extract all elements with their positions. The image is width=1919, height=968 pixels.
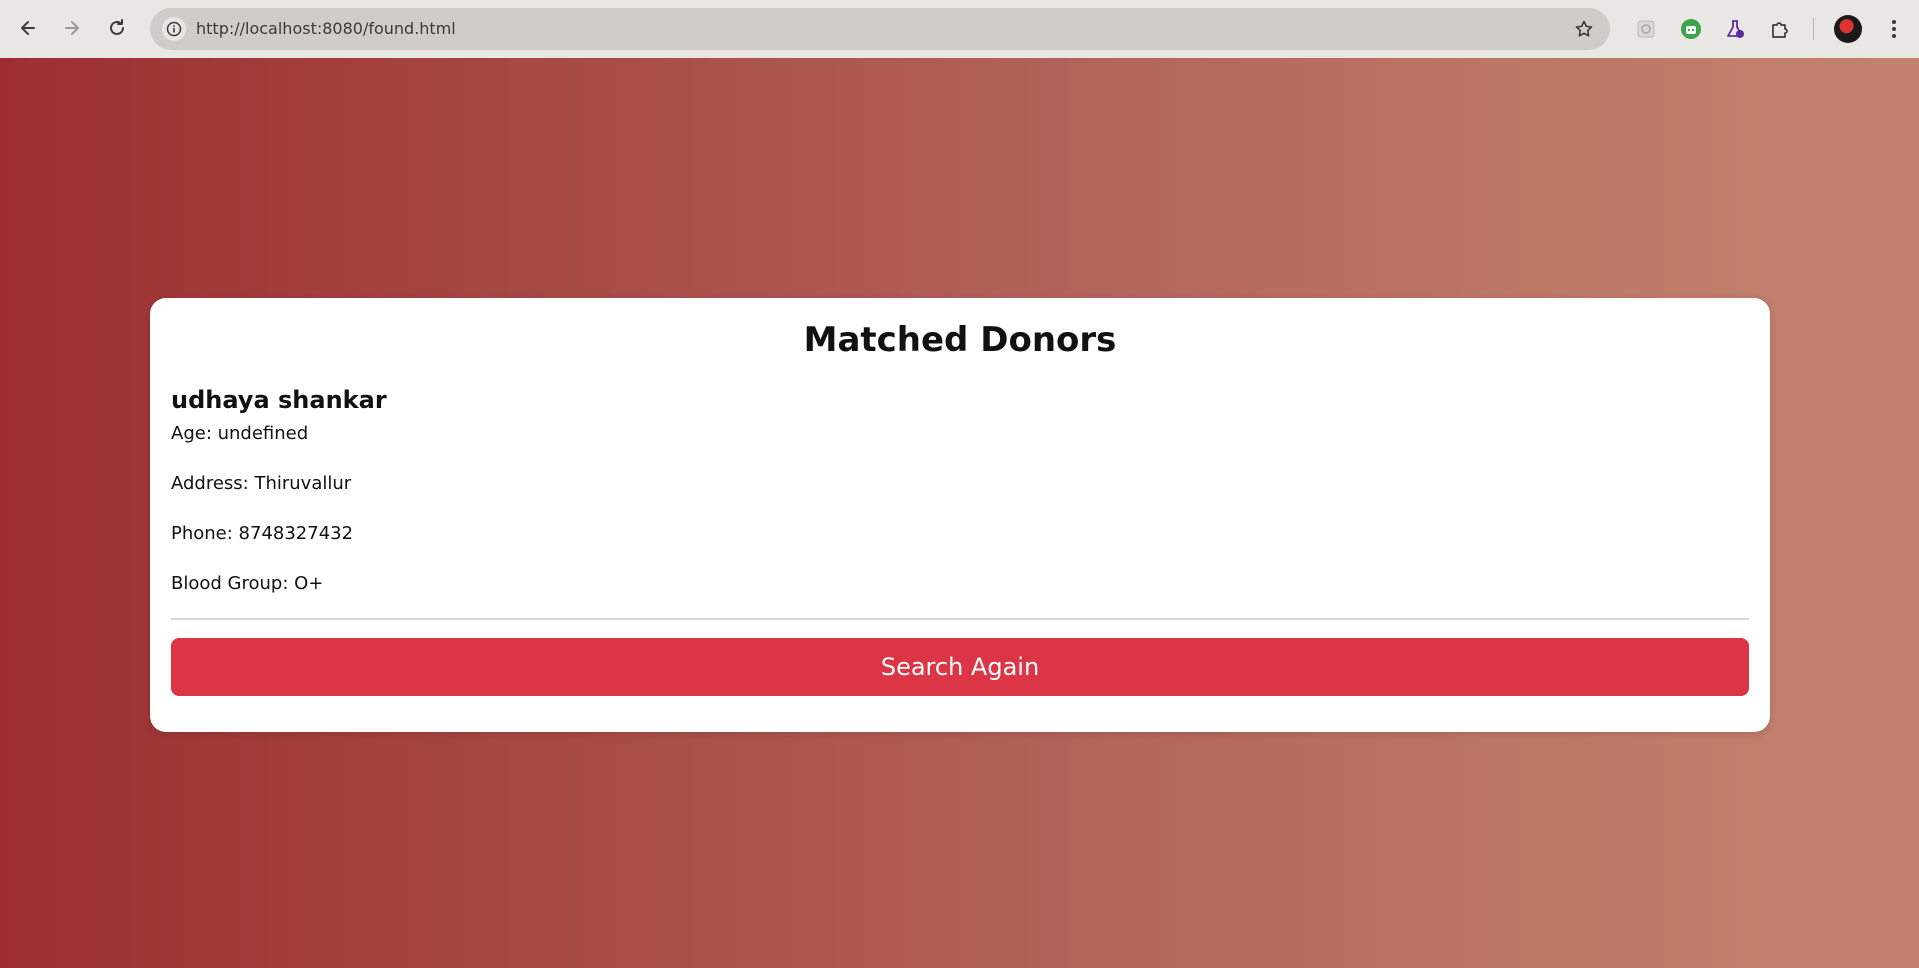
toolbar-separator xyxy=(1813,18,1814,40)
arrow-left-icon xyxy=(21,21,35,35)
reload-button[interactable] xyxy=(101,12,133,44)
puzzle-extension-icon[interactable] xyxy=(1766,15,1794,43)
sparkle-extension-icon[interactable] xyxy=(1632,15,1660,43)
page-background: Matched Donors udhaya shankar Age: undef… xyxy=(0,58,1919,968)
vertical-dots-icon[interactable] xyxy=(1880,15,1908,43)
reload-icon xyxy=(110,19,124,35)
donor-name: udhaya shankar xyxy=(171,386,387,414)
donor-age: Age: undefined xyxy=(171,423,309,444)
info-circle-icon[interactable] xyxy=(162,17,186,41)
url-text[interactable]: http://localhost:8080/found.html xyxy=(196,19,456,38)
bookmark-star-icon[interactable] xyxy=(1572,17,1596,41)
browser-toolbar: http://localhost:8080/found.html xyxy=(0,0,1919,58)
search-again-button[interactable]: Search Again xyxy=(171,638,1749,696)
matched-donors-card: Matched Donors udhaya shankar Age: undef… xyxy=(150,298,1770,732)
forward-button[interactable] xyxy=(56,12,88,44)
robot-extension-icon[interactable] xyxy=(1677,15,1705,43)
flask-extension-icon[interactable] xyxy=(1721,15,1749,43)
donor-phone: Phone: 8748327432 xyxy=(171,523,354,544)
page-title: Matched Donors xyxy=(803,320,1117,360)
address-bar[interactable]: http://localhost:8080/found.html xyxy=(150,8,1610,50)
arrow-right-icon xyxy=(65,21,79,35)
profile-avatar[interactable] xyxy=(1834,15,1862,43)
donor-entry: udhaya shankar Age: undefined Address: T… xyxy=(171,384,1749,620)
donor-blood-group: Blood Group: O+ xyxy=(171,573,324,594)
donor-address: Address: Thiruvallur xyxy=(171,473,352,494)
donor-divider xyxy=(171,618,1749,620)
back-button[interactable] xyxy=(12,12,44,44)
